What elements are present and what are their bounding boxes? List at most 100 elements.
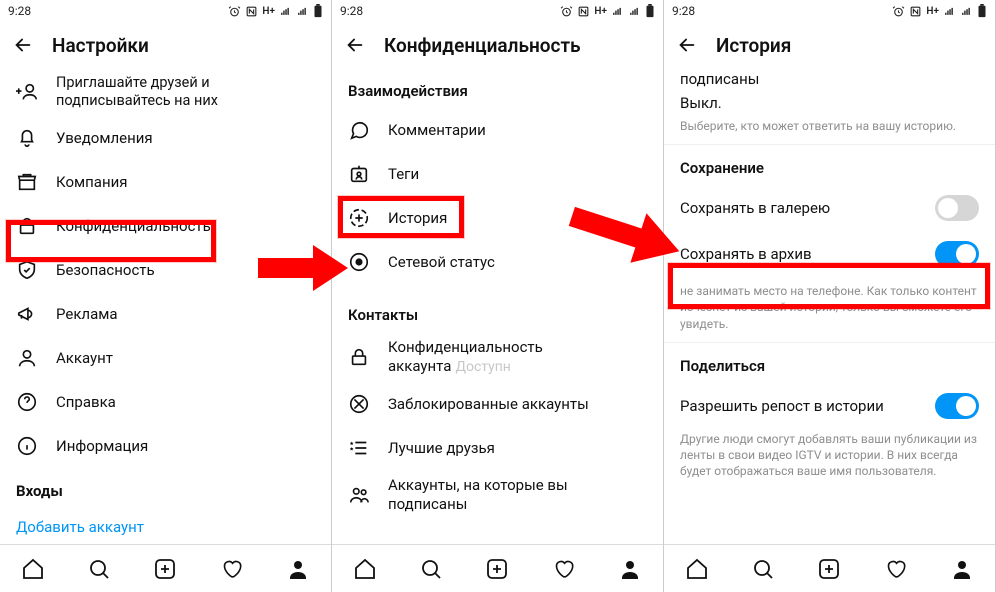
bell-icon <box>16 127 38 149</box>
privacy-list: Взаимодействия Комментарии Теги История … <box>332 68 663 544</box>
page-title: История <box>716 34 791 57</box>
signal-icon <box>611 5 624 18</box>
setting-label: Сохранять в галерею <box>680 199 830 217</box>
toggle-save-gallery[interactable] <box>935 195 979 221</box>
nfc-icon <box>577 5 590 18</box>
settings-item-label: Компания <box>56 173 127 192</box>
search-icon <box>419 557 443 581</box>
settings-item-label: Реклама <box>56 305 118 324</box>
settings-item-label: Аккаунт <box>56 349 113 368</box>
shield-icon <box>16 259 38 281</box>
nav-search[interactable] <box>418 556 444 582</box>
section-contacts: Контакты <box>332 292 663 332</box>
nav-home[interactable] <box>20 556 46 582</box>
privacy-item-label: Теги <box>388 165 419 184</box>
nav-home[interactable] <box>684 556 710 582</box>
nav-activity[interactable] <box>551 556 577 582</box>
nav-profile[interactable] <box>949 556 975 582</box>
plus-square-icon <box>153 557 177 581</box>
status-time: 9:28 <box>672 4 695 18</box>
lock-icon <box>348 346 370 368</box>
heart-icon <box>552 557 576 581</box>
add-account-link[interactable]: Добавить аккаунт <box>0 508 331 544</box>
settings-item-label: Информация <box>56 437 148 456</box>
setting-save-gallery[interactable]: Сохранять в галерею <box>664 185 995 231</box>
nav-add[interactable] <box>484 556 510 582</box>
header: Настройки <box>0 22 331 68</box>
section-share: Поделиться <box>664 343 995 383</box>
nav-activity[interactable] <box>883 556 909 582</box>
nav-home[interactable] <box>352 556 378 582</box>
settings-item-security[interactable]: Безопасность <box>0 248 331 292</box>
bottom-nav <box>0 544 331 592</box>
toggle-allow-repost[interactable] <box>935 393 979 419</box>
settings-item-label: Справка <box>56 393 116 412</box>
privacy-item-label: Конфиденциальность аккаунтаДоступн <box>388 338 647 376</box>
heart-icon <box>884 557 908 581</box>
nav-activity[interactable] <box>219 556 245 582</box>
nav-add[interactable] <box>816 556 842 582</box>
status-right: H+ <box>228 4 323 18</box>
settings-item-account[interactable]: Аккаунт <box>0 336 331 380</box>
tag-user-icon <box>348 163 370 185</box>
setting-allow-repost[interactable]: Разрешить репост в истории <box>664 383 995 429</box>
nav-search[interactable] <box>750 556 776 582</box>
profile-icon <box>618 557 642 581</box>
home-icon <box>21 557 45 581</box>
privacy-item-story[interactable]: История <box>332 196 663 240</box>
privacy-item-tags[interactable]: Теги <box>332 152 663 196</box>
settings-item-help[interactable]: Справка <box>0 380 331 424</box>
signal-icon <box>279 5 292 18</box>
settings-item-invite[interactable]: Приглашайте друзей и подписывайтесь на н… <box>0 68 331 116</box>
privacy-item-comments[interactable]: Комментарии <box>332 108 663 152</box>
comment-icon <box>348 119 370 141</box>
privacy-item-label: История <box>388 209 447 228</box>
privacy-item-account-privacy[interactable]: Конфиденциальность аккаунтаДоступн <box>332 332 663 382</box>
back-button[interactable] <box>344 34 366 56</box>
arrow-left-icon <box>344 34 366 56</box>
megaphone-icon <box>16 303 38 325</box>
status-network: H+ <box>262 6 275 17</box>
nav-search[interactable] <box>86 556 112 582</box>
signal-icon <box>943 5 956 18</box>
settings-item-privacy[interactable]: Конфиденциальность <box>0 204 331 248</box>
screen-settings: 9:28 H+ Настройки Приглашайте друзей и п… <box>0 0 332 592</box>
status-time: 9:28 <box>8 4 31 18</box>
privacy-item-following[interactable]: Аккаунты, на которые вы подписаны <box>332 470 663 520</box>
alarm-icon <box>892 5 905 18</box>
nfc-icon <box>909 5 922 18</box>
nav-profile[interactable] <box>285 556 311 582</box>
toggle-save-archive[interactable] <box>935 241 979 267</box>
privacy-item-close-friends[interactable]: Лучшие друзья <box>332 426 663 470</box>
settings-item-about[interactable]: Информация <box>0 424 331 468</box>
signal-icon-2 <box>296 5 309 18</box>
back-button[interactable] <box>12 34 34 56</box>
alarm-icon <box>560 5 573 18</box>
alarm-icon <box>228 5 241 18</box>
logins-header: Входы <box>0 468 331 508</box>
lock-icon <box>16 215 38 237</box>
privacy-item-label: Аккаунты, на которые вы подписаны <box>388 476 647 514</box>
nav-profile[interactable] <box>617 556 643 582</box>
settings-item-business[interactable]: Компания <box>0 160 331 204</box>
heart-icon <box>220 557 244 581</box>
privacy-item-activity-status[interactable]: Сетевой статус <box>332 240 663 284</box>
help-icon <box>16 391 38 413</box>
screen-story: 9:28 H+ История подписаны Выкл. Выберите… <box>664 0 996 592</box>
screen-privacy: 9:28 H+ Конфиденциальность Взаимодействи… <box>332 0 664 592</box>
setting-save-archive[interactable]: Сохранять в архив <box>664 231 995 277</box>
back-button[interactable] <box>676 34 698 56</box>
nav-add[interactable] <box>152 556 178 582</box>
settings-item-ads[interactable]: Реклама <box>0 292 331 336</box>
page-title: Конфиденциальность <box>384 34 581 57</box>
plus-square-icon <box>485 557 509 581</box>
arrow-left-icon <box>676 34 698 56</box>
storefront-icon <box>16 171 38 193</box>
settings-item-label: Конфиденциальность <box>56 217 211 236</box>
status-bar: 9:28 H+ <box>664 0 995 22</box>
status-network: H+ <box>594 6 607 17</box>
privacy-item-blocked[interactable]: Заблокированные аккаунты <box>332 382 663 426</box>
signal-icon-2 <box>960 5 973 18</box>
status-bar: 9:28 H+ <box>0 0 331 22</box>
settings-item-notifications[interactable]: Уведомления <box>0 116 331 160</box>
